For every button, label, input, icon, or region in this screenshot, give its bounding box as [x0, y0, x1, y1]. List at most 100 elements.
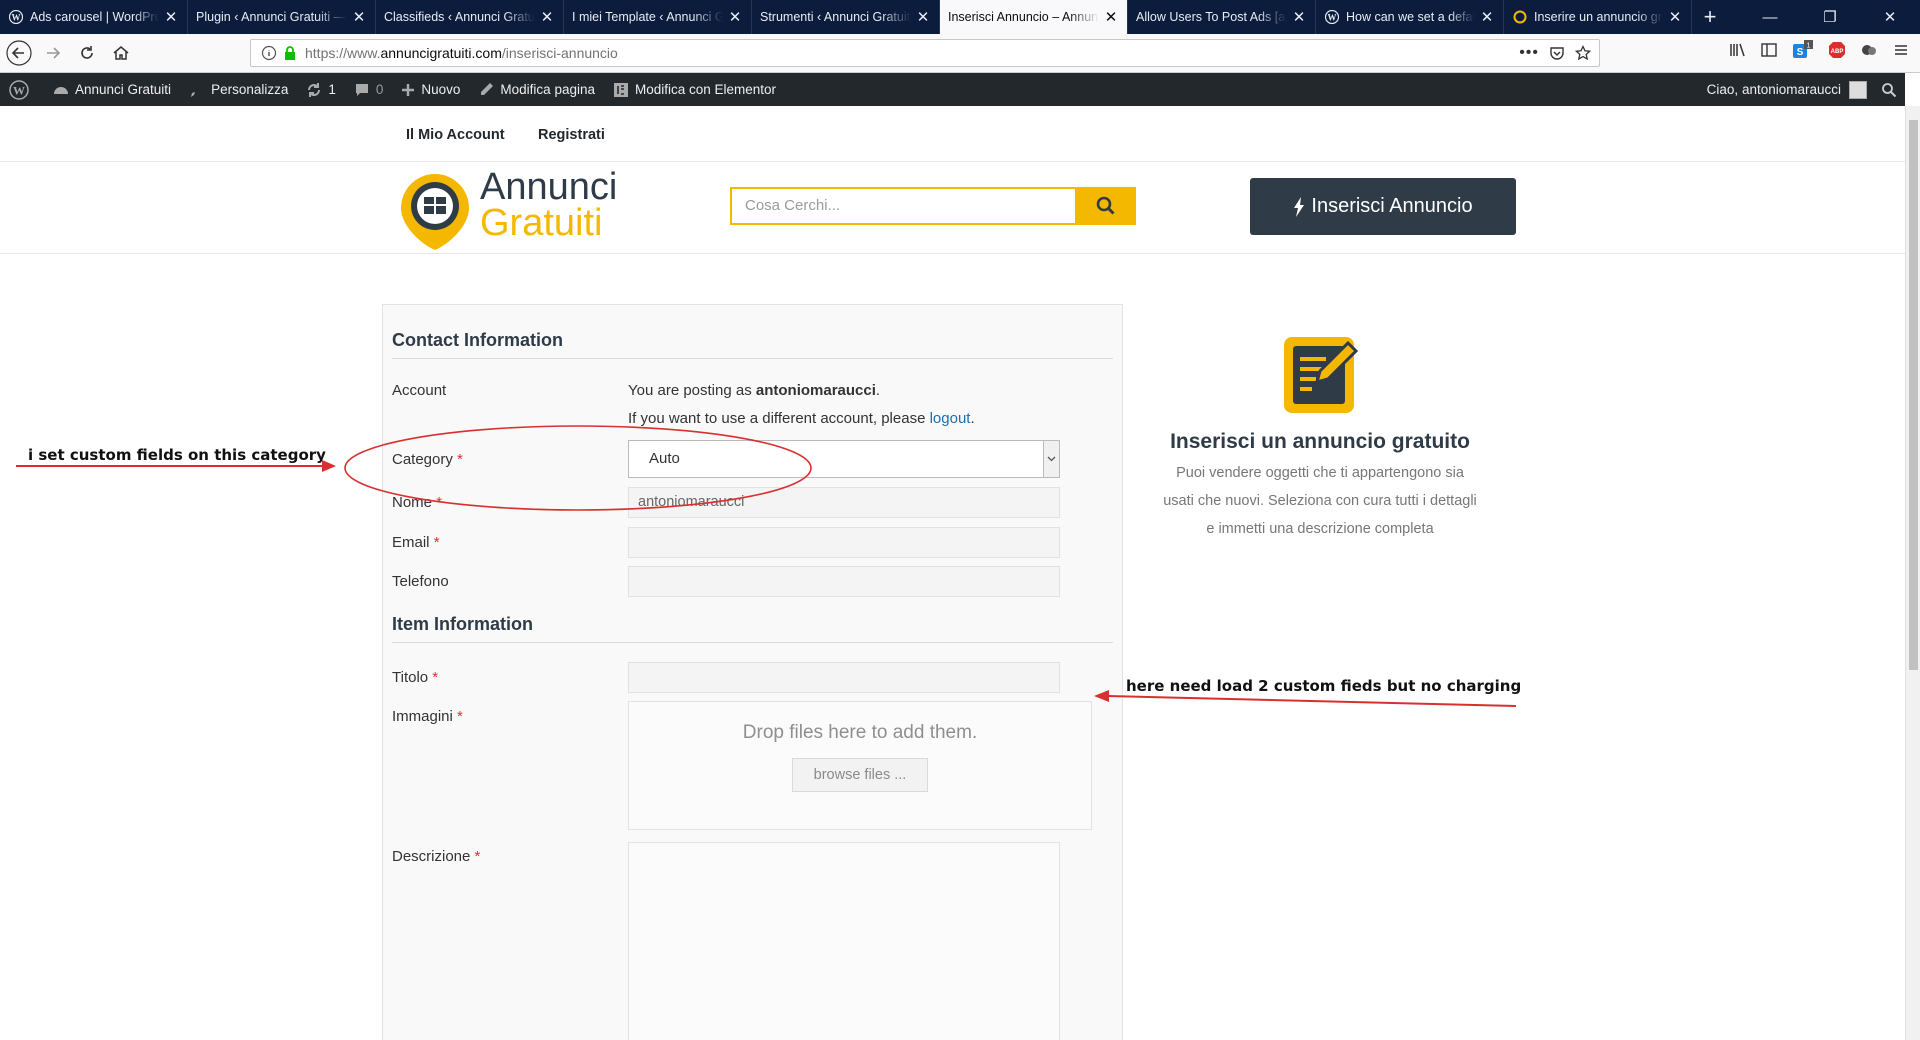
- browser-tab-active[interactable]: Inserisci Annuncio – Annunci Gratuiti ✕: [940, 0, 1128, 34]
- titolo-field[interactable]: [628, 662, 1060, 693]
- site-logo-icon[interactable]: [390, 168, 480, 252]
- svg-text:1: 1: [1807, 43, 1811, 50]
- annotation-arrow-left: [16, 460, 336, 472]
- forward-arrow-icon: [47, 47, 61, 59]
- wp-comments[interactable]: 0: [345, 73, 393, 106]
- browser-tab[interactable]: Plugin ‹ Annunci Gratuiti — WordPress ✕: [188, 0, 376, 34]
- search-icon[interactable]: [1881, 82, 1897, 98]
- tab-title: Ads carousel | WordPress: [30, 10, 159, 24]
- home-button[interactable]: [106, 38, 136, 68]
- wp-edit-elementor[interactable]: Modifica con Elementor: [604, 73, 785, 106]
- restore-icon[interactable]: ❐: [1800, 0, 1860, 34]
- descrizione-label-text: Descrizione: [392, 848, 471, 865]
- url-prefix: https://www.: [305, 45, 381, 61]
- site-header: Annunci Gratuiti Cosa Cerchi... Inserisc…: [0, 162, 1905, 254]
- avatar: [1849, 80, 1867, 99]
- close-icon[interactable]: ✕: [163, 8, 179, 26]
- wp-logo-button[interactable]: W: [0, 73, 44, 106]
- page-actions-icon[interactable]: •••: [1519, 44, 1539, 62]
- account-posting-as: You are posting as antoniomaraucci.: [628, 382, 880, 399]
- home-icon: [113, 46, 129, 60]
- tab-title: Inserire un annuncio gratis: [1534, 10, 1663, 24]
- wordpress-icon: W: [8, 9, 24, 25]
- close-icon[interactable]: ✕: [539, 8, 555, 26]
- telefono-field[interactable]: [628, 566, 1060, 597]
- menu-icon[interactable]: [1892, 41, 1910, 59]
- browser-tab[interactable]: I miei Template ‹ Annunci Gratuiti ✕: [564, 0, 752, 34]
- logout-link[interactable]: logout: [930, 410, 971, 427]
- browser-tab[interactable]: Classifieds ‹ Annunci Gratuiti ✕: [376, 0, 564, 34]
- wp-updates[interactable]: 1: [297, 73, 345, 106]
- browser-tab[interactable]: W How can we set a default ✕: [1316, 0, 1504, 34]
- tab-title: How can we set a default: [1346, 10, 1475, 24]
- section-divider: [392, 358, 1113, 359]
- email-field[interactable]: [628, 527, 1060, 558]
- page-scrollbar[interactable]: [1905, 106, 1920, 1040]
- browser-tab[interactable]: Strumenti ‹ Annunci Gratuiti ✕: [752, 0, 940, 34]
- wp-customize[interactable]: Personalizza: [180, 73, 297, 106]
- annotation-ellipse: [344, 425, 812, 511]
- close-icon[interactable]: ✕: [1291, 8, 1307, 26]
- url-host: annuncigratuiti.com: [380, 45, 502, 61]
- close-icon[interactable]: ✕: [1667, 8, 1683, 26]
- account-text-suffix: .: [875, 382, 881, 399]
- site-logo-text[interactable]: Annunci Gratuiti: [480, 166, 618, 242]
- tab-title: Strumenti ‹ Annunci Gratuiti: [760, 10, 911, 24]
- new-tab-button[interactable]: +: [1692, 0, 1728, 34]
- chevron-down-icon[interactable]: [1043, 441, 1059, 477]
- updates-icon: [308, 82, 321, 97]
- browser-tab[interactable]: Allow Users To Post Ads [adverts] ✕: [1128, 0, 1316, 34]
- email-label: Email *: [392, 534, 440, 551]
- forward-button[interactable]: [38, 38, 68, 68]
- svg-text:S: S: [1797, 47, 1804, 58]
- elementor-icon: [613, 82, 628, 97]
- edit-note-icon: [1284, 337, 1359, 413]
- bolt-icon: [1294, 196, 1305, 217]
- descrizione-textarea[interactable]: [628, 842, 1060, 1040]
- close-icon[interactable]: ✕: [1479, 8, 1495, 26]
- library-icon[interactable]: [1728, 41, 1746, 59]
- search-input[interactable]: Cosa Cerchi...: [730, 187, 1075, 225]
- close-icon[interactable]: ✕: [351, 8, 367, 26]
- new-label: Nuovo: [421, 82, 461, 97]
- url-bar[interactable]: https://www. annuncigratuiti.com/inserisc…: [250, 39, 1600, 67]
- reload-button[interactable]: [72, 38, 102, 68]
- close-icon[interactable]: ✕: [915, 8, 931, 26]
- pocket-icon[interactable]: [1549, 45, 1565, 61]
- close-icon[interactable]: ✕: [727, 8, 743, 26]
- lock-icon: [285, 46, 295, 60]
- url-actions: •••: [1519, 44, 1591, 62]
- info-icon: [261, 45, 277, 61]
- adblock-icon[interactable]: ABP: [1828, 41, 1846, 59]
- back-button[interactable]: [4, 38, 34, 68]
- browser-tab[interactable]: Inserire un annuncio gratis ✕: [1504, 0, 1692, 34]
- browser-tab[interactable]: W Ads carousel | WordPress ✕: [0, 0, 188, 34]
- email-label-text: Email: [392, 534, 430, 551]
- nav-my-account[interactable]: Il Mio Account: [406, 127, 505, 143]
- contact-section-title: Contact Information: [392, 330, 563, 350]
- extension-icon[interactable]: [1860, 41, 1878, 59]
- image-dropzone[interactable]: Drop files here to add them. browse file…: [628, 701, 1092, 830]
- bookmark-star-icon[interactable]: [1575, 45, 1591, 61]
- nav-register[interactable]: Registrati: [538, 127, 605, 143]
- titolo-label-text: Titolo: [392, 669, 429, 686]
- browse-files-button[interactable]: browse files ...: [792, 758, 928, 792]
- close-icon[interactable]: ✕: [1103, 8, 1119, 26]
- sidebar-icon[interactable]: [1760, 41, 1778, 59]
- tab-title: Inserisci Annuncio – Annunci Gratuiti: [948, 10, 1099, 24]
- site-icon: [1512, 9, 1528, 25]
- annotation-arrow-right: [1094, 690, 1517, 707]
- scrollbar-thumb[interactable]: [1909, 120, 1918, 670]
- skype-extension-icon[interactable]: S1: [1792, 40, 1814, 60]
- minimize-icon[interactable]: —: [1740, 0, 1800, 34]
- wordpress-icon: W: [1324, 9, 1340, 25]
- wp-site-name[interactable]: Annunci Gratuiti: [44, 73, 180, 106]
- post-ad-button[interactable]: Inserisci Annuncio: [1250, 178, 1516, 235]
- close-window-icon[interactable]: ✕: [1860, 0, 1920, 34]
- wp-edit-page[interactable]: Modifica pagina: [469, 73, 604, 106]
- wp-account[interactable]: Ciao, antoniomaraucci: [1707, 73, 1897, 106]
- tab-title: Plugin ‹ Annunci Gratuiti — WordPress: [196, 10, 347, 24]
- search-button[interactable]: [1075, 187, 1136, 225]
- logo-line-1: Annunci: [480, 166, 618, 208]
- wp-new[interactable]: Nuovo: [392, 73, 469, 106]
